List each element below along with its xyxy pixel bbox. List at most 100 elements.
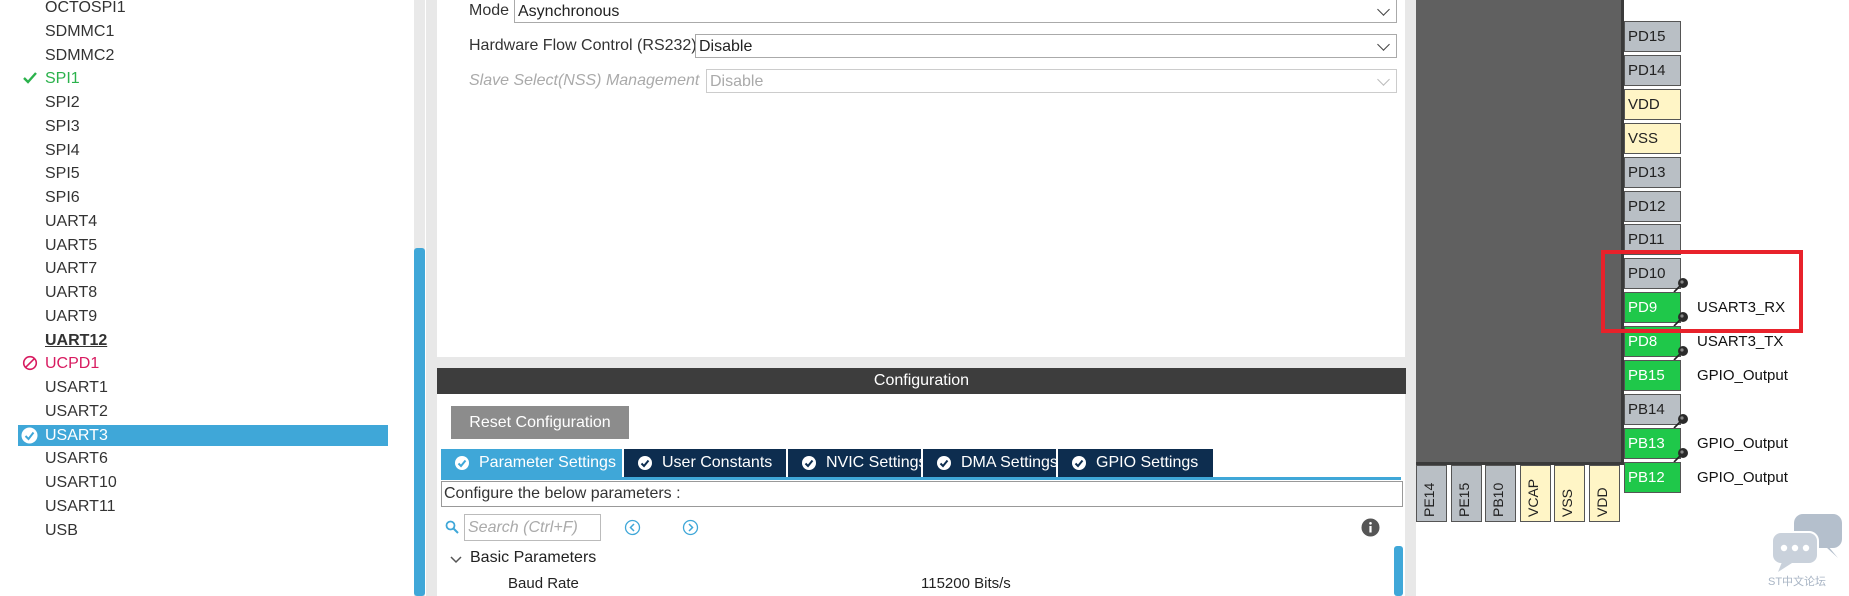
pin-vss[interactable]: VSS bbox=[1554, 465, 1586, 522]
pin-name: PE14 bbox=[1421, 482, 1437, 517]
peripheral-item-label: UART9 bbox=[45, 307, 98, 325]
pin-pd12[interactable]: PD12 bbox=[1624, 190, 1681, 222]
pin-pb10[interactable]: PB10 bbox=[1485, 465, 1517, 522]
mode-label: Mode bbox=[469, 2, 510, 19]
mode-select[interactable]: Asynchronous bbox=[514, 0, 1397, 23]
tab-gpio-settings[interactable]: GPIO Settings bbox=[1058, 449, 1213, 477]
peripheral-item[interactable]: UART9 bbox=[0, 306, 388, 327]
peripheral-item[interactable]: USART1 bbox=[0, 377, 388, 398]
peripheral-item[interactable]: SDMMC2 bbox=[0, 45, 388, 66]
pin-pd13[interactable]: PD13 bbox=[1624, 156, 1681, 188]
tab-label: User Constants bbox=[662, 454, 773, 471]
pin-pe15[interactable]: PE15 bbox=[1450, 465, 1482, 522]
peripheral-item-label: SDMMC1 bbox=[45, 22, 115, 40]
tab-underline bbox=[441, 477, 1401, 480]
pin-name: VSS bbox=[1559, 488, 1576, 517]
peripheral-item[interactable]: SPI6 bbox=[0, 187, 388, 208]
watermark-text: ST中文论坛 bbox=[1768, 576, 1827, 588]
peripheral-item[interactable]: SPI4 bbox=[0, 140, 388, 161]
pin-pe14[interactable]: PE14 bbox=[1416, 465, 1447, 522]
peripheral-item[interactable]: USART3 bbox=[18, 424, 388, 446]
pin-vdd[interactable]: VDD bbox=[1589, 465, 1620, 522]
tab-parameter-settings[interactable]: Parameter Settings bbox=[441, 449, 622, 477]
peripheral-item[interactable]: USART10 bbox=[0, 472, 388, 493]
peripheral-item[interactable]: UART8 bbox=[0, 282, 388, 303]
previous-icon[interactable] bbox=[624, 519, 641, 536]
peripheral-item-label: USART3 bbox=[45, 426, 108, 444]
configuration-header: Configuration bbox=[437, 368, 1406, 394]
pin-vcap[interactable]: VCAP bbox=[1519, 465, 1551, 522]
check-circle-icon bbox=[1072, 456, 1086, 470]
blocked-icon bbox=[22, 355, 38, 371]
peripheral-item[interactable]: SPI2 bbox=[0, 92, 388, 113]
check-circle-icon bbox=[802, 456, 816, 470]
tab-label: Parameter Settings bbox=[479, 454, 616, 471]
parameters-caption: Configure the below parameters : bbox=[441, 481, 1403, 507]
chip-body bbox=[1416, 0, 1621, 462]
basic-parameters-group[interactable]: Basic Parameters bbox=[470, 549, 596, 567]
peripheral-item-label: USART10 bbox=[45, 474, 117, 491]
peripheral-item[interactable]: UART7 bbox=[0, 258, 388, 279]
pin-pd15[interactable]: PD15 bbox=[1624, 21, 1681, 52]
peripheral-item[interactable]: UART5 bbox=[0, 235, 388, 256]
mode-select-value: Asynchronous bbox=[518, 3, 620, 20]
reset-configuration-button[interactable]: Reset Configuration bbox=[451, 406, 629, 439]
flow-control-label: Hardware Flow Control (RS232) bbox=[469, 37, 697, 54]
peripheral-item-label: UCPD1 bbox=[45, 355, 100, 373]
peripheral-item-label: SPI2 bbox=[45, 94, 80, 111]
peripheral-item[interactable]: UART4 bbox=[0, 211, 388, 232]
peripheral-item-label: USART2 bbox=[45, 402, 108, 420]
check-circle-icon bbox=[937, 456, 951, 470]
pin-signal-label: GPIO_Output bbox=[1697, 468, 1788, 486]
info-icon[interactable] bbox=[1361, 518, 1380, 537]
peripheral-item-label: SPI5 bbox=[45, 165, 80, 183]
peripheral-item[interactable]: SDMMC1 bbox=[0, 21, 388, 42]
next-icon[interactable] bbox=[682, 519, 699, 536]
pin-name: PE15 bbox=[1455, 482, 1472, 517]
pin-vdd[interactable]: VDD bbox=[1624, 88, 1681, 120]
peripheral-item-label: UART8 bbox=[45, 284, 98, 301]
tab-nvic-settings[interactable]: NVIC Settings bbox=[788, 449, 926, 477]
pin-pb15[interactable]: PB15 bbox=[1624, 360, 1681, 391]
peripheral-item[interactable]: USART11 bbox=[0, 496, 388, 517]
peripheral-list-scroll-thumb[interactable] bbox=[414, 248, 425, 596]
peripheral-item-label: UART7 bbox=[45, 260, 98, 278]
pin-pb12[interactable]: PB12 bbox=[1624, 461, 1681, 493]
check-circle-icon bbox=[21, 427, 38, 443]
peripheral-item[interactable]: SPI1 bbox=[0, 68, 388, 89]
peripheral-item[interactable]: UCPD1 bbox=[0, 353, 388, 374]
nss-select: Disable bbox=[706, 69, 1397, 93]
tab-dma-settings[interactable]: DMA Settings bbox=[923, 449, 1058, 477]
nss-value: Disable bbox=[710, 73, 764, 90]
search-icon bbox=[445, 520, 459, 534]
tab-user-constants[interactable]: User Constants bbox=[624, 449, 786, 477]
parameters-scroll-thumb[interactable] bbox=[1394, 546, 1403, 596]
tab-label: GPIO Settings bbox=[1096, 454, 1199, 471]
flow-control-select[interactable]: Disable bbox=[695, 34, 1397, 58]
highlight-box bbox=[1601, 250, 1803, 333]
peripheral-item-label: SPI1 bbox=[45, 70, 80, 88]
chevron-down-icon bbox=[1377, 38, 1390, 51]
peripheral-item-label: USART6 bbox=[45, 450, 108, 468]
peripheral-item-label: USART11 bbox=[45, 497, 116, 515]
peripheral-item[interactable]: USART6 bbox=[0, 448, 388, 469]
baud-rate-value[interactable]: 115200 Bits/s bbox=[921, 575, 1011, 592]
peripheral-item[interactable]: USART2 bbox=[0, 401, 388, 422]
peripheral-item[interactable]: SPI3 bbox=[0, 116, 388, 137]
peripheral-item-label: USART1 bbox=[45, 379, 108, 396]
peripheral-list: OCTOSPI1 SDMMC1 SDMMC2 SPI1 SPI2 SPI3 SPI4 SPI5… bbox=[0, 0, 388, 596]
pin-vss[interactable]: VSS bbox=[1624, 122, 1681, 154]
chevron-down-icon bbox=[1377, 73, 1390, 86]
pin-signal-label: USART3_TX bbox=[1697, 333, 1784, 351]
peripheral-item[interactable]: SPI5 bbox=[0, 163, 388, 184]
search-input[interactable]: Search (Ctrl+F) bbox=[464, 514, 601, 541]
pin-signal-label: GPIO_Output bbox=[1697, 434, 1788, 452]
pin-signal-label: GPIO_Output bbox=[1697, 367, 1788, 384]
peripheral-item[interactable]: USB bbox=[0, 520, 388, 541]
peripheral-item[interactable]: OCTOSPI1 bbox=[0, 0, 388, 18]
pin-name: VCAP bbox=[1524, 478, 1541, 517]
pin-pd14[interactable]: PD14 bbox=[1624, 54, 1681, 86]
chevron-down-icon[interactable] bbox=[450, 553, 462, 565]
peripheral-item[interactable]: UART12 bbox=[0, 330, 388, 351]
tab-label: DMA Settings bbox=[961, 454, 1058, 471]
